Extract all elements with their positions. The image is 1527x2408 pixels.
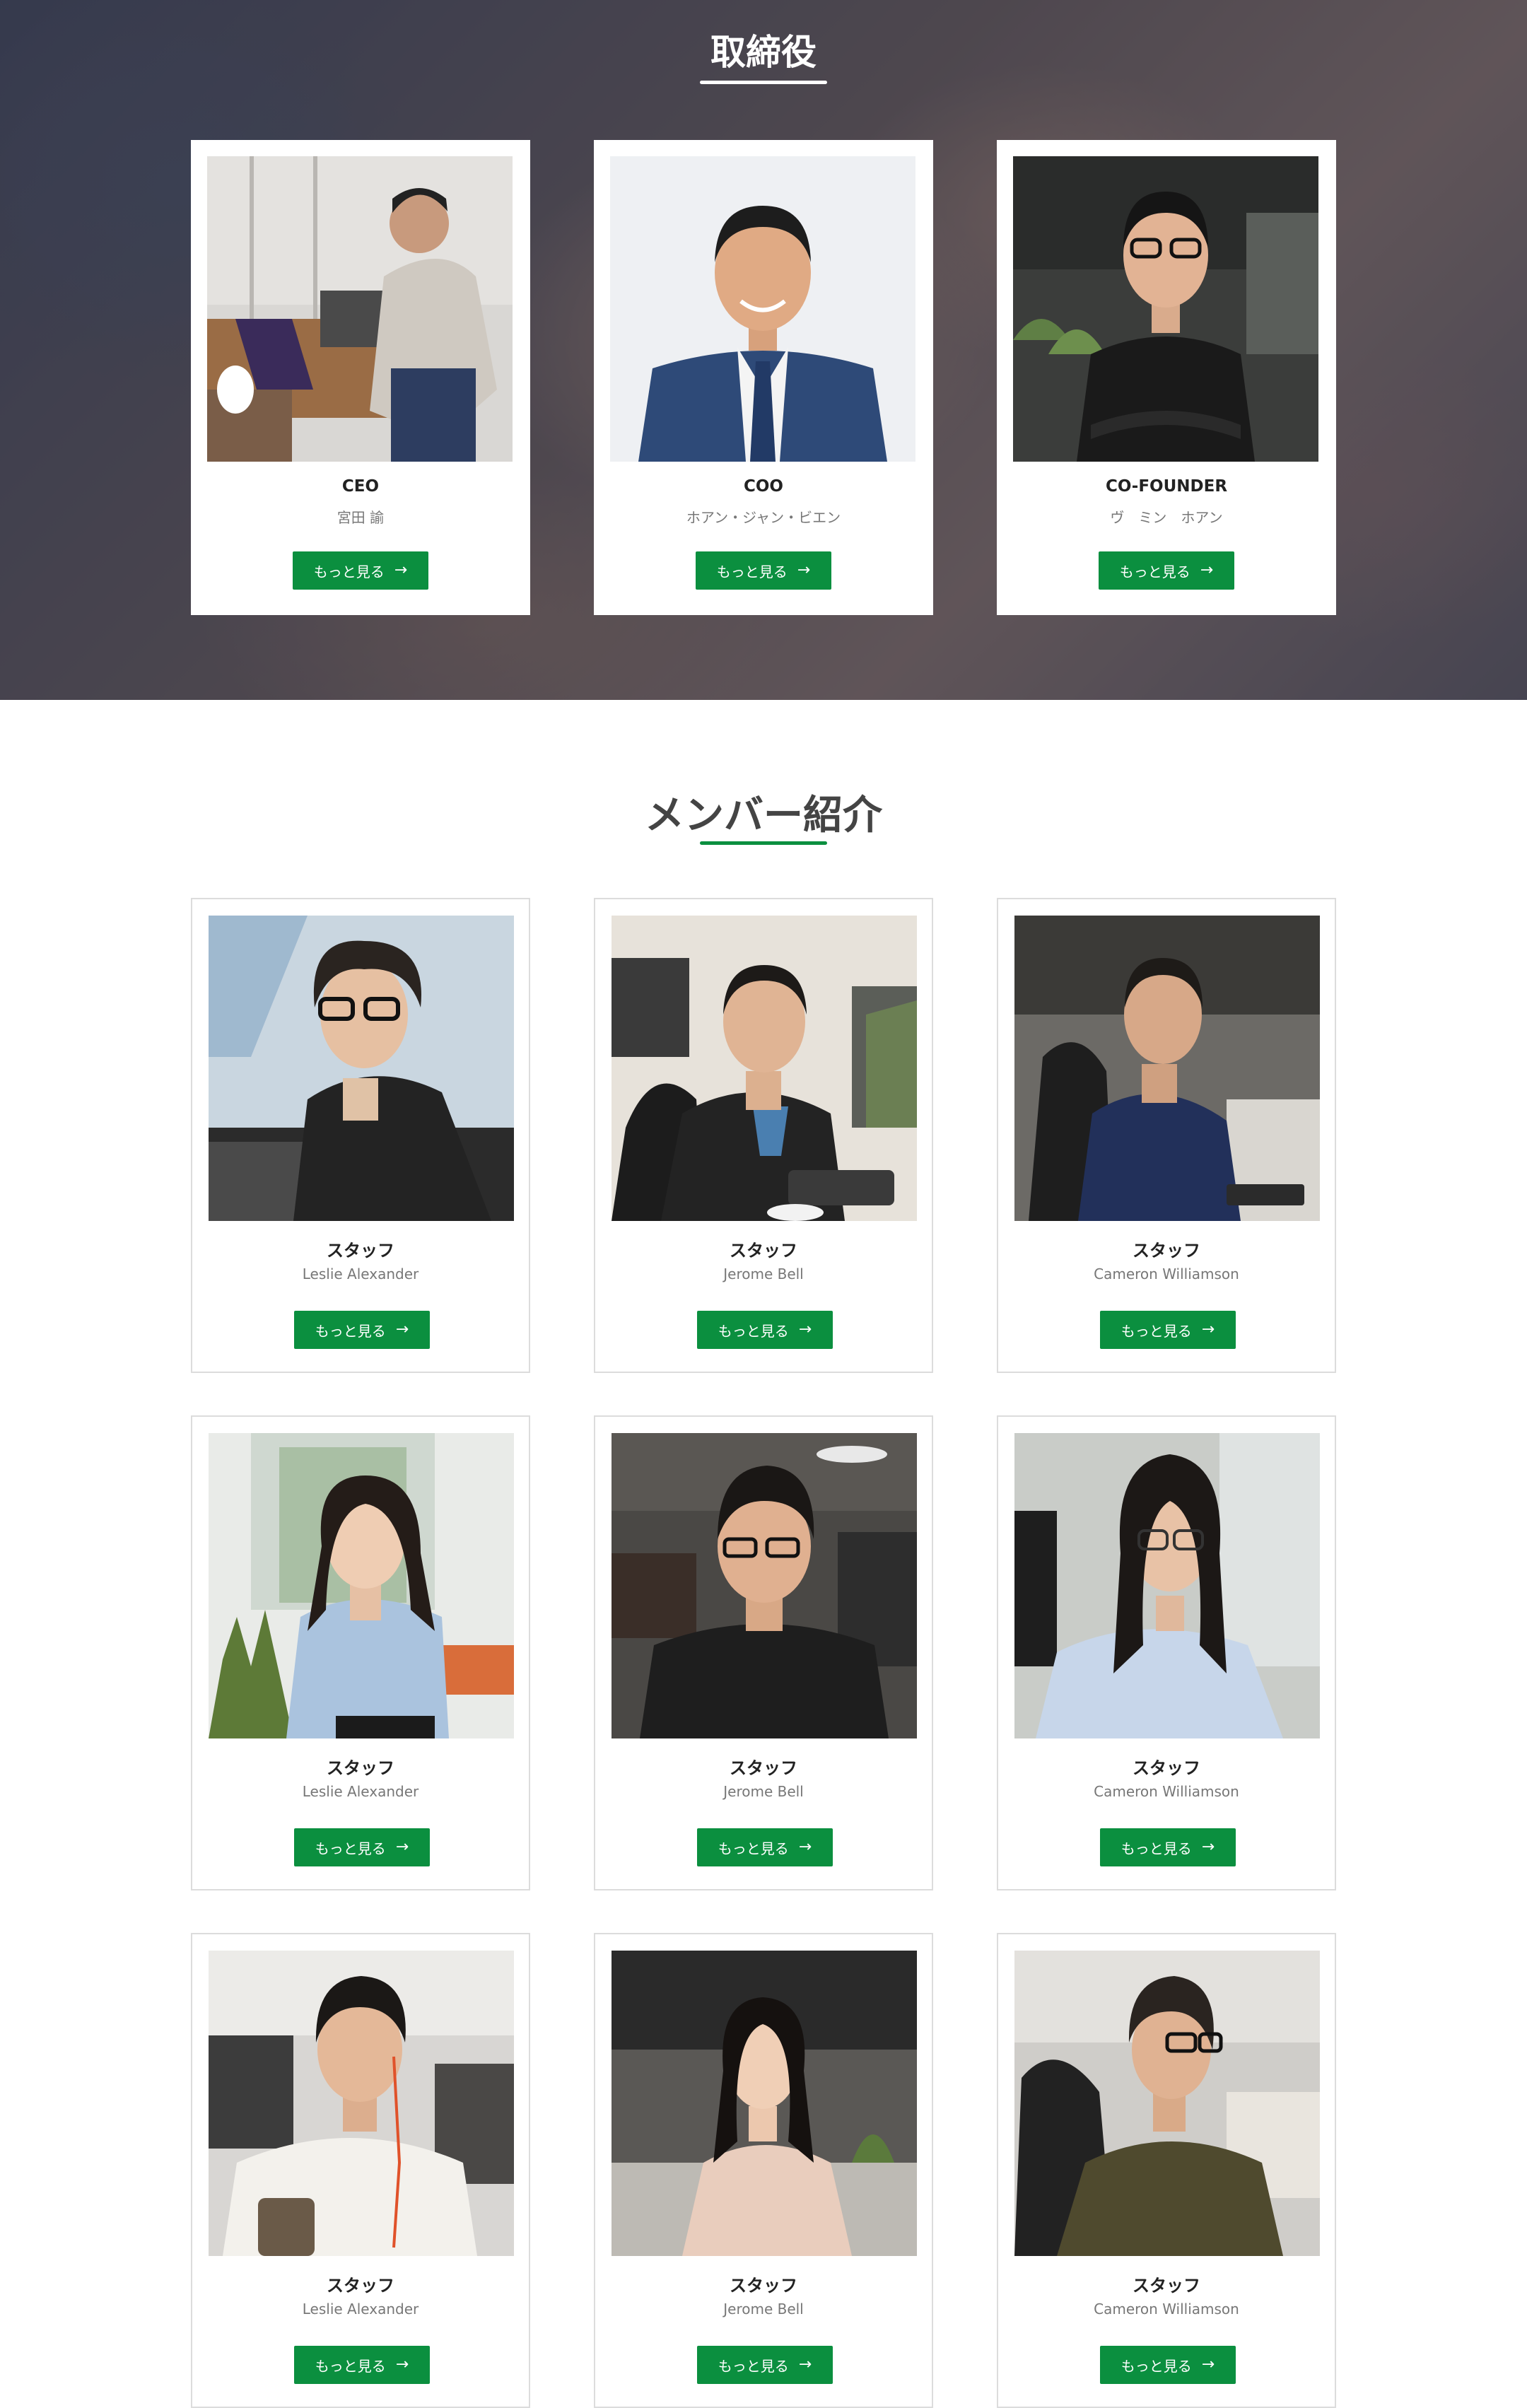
- arrow-right-icon: →: [1201, 2356, 1215, 2373]
- more-button[interactable]: もっと見る →: [294, 1828, 430, 1866]
- more-button[interactable]: もっと見る →: [1100, 2346, 1236, 2384]
- member-card: スタッフ Cameron Williamson もっと見る →: [997, 1415, 1336, 1890]
- more-button-label: もっと見る: [315, 1322, 386, 1340]
- card-role: スタッフ: [327, 2276, 394, 2296]
- member-photo: [612, 1433, 917, 1738]
- card-person-name: 宮田 諭: [337, 509, 385, 526]
- executive-card-cofounder: CO-FOUNDER ヴ ミン ホアン もっと見る →: [997, 140, 1336, 615]
- card-person-name: ヴ ミン ホアン: [1110, 509, 1223, 526]
- executives-title-underline: [700, 81, 827, 84]
- card-role: スタッフ: [730, 2276, 797, 2296]
- member-card: スタッフ Leslie Alexander もっと見る →: [191, 1933, 530, 2408]
- more-button[interactable]: もっと見る →: [1100, 1311, 1236, 1349]
- more-button-label: もっと見る: [315, 2357, 386, 2375]
- member-card: スタッフ Jerome Bell もっと見る →: [594, 1933, 933, 2408]
- member-photo: [1014, 1433, 1320, 1738]
- member-photo: [1014, 916, 1320, 1221]
- more-button[interactable]: もっと見る →: [293, 551, 428, 590]
- arrow-right-icon: →: [395, 2356, 409, 2373]
- more-button[interactable]: もっと見る →: [697, 1828, 833, 1866]
- card-role: CO-FOUNDER: [1105, 477, 1228, 496]
- card-role: スタッフ: [1133, 1241, 1200, 1261]
- coo-photo: [610, 156, 915, 462]
- executives-section: 取締役 CEO 宮田 諭 もっと見る → COO ホアン・ジャン・ビエン もっと…: [0, 0, 1527, 700]
- member-card: スタッフ Cameron Williamson もっと見る →: [997, 1933, 1336, 2408]
- more-button[interactable]: もっと見る →: [697, 2346, 833, 2384]
- member-card: スタッフ Leslie Alexander もっと見る →: [191, 898, 530, 1373]
- cofounder-photo: [1013, 156, 1318, 462]
- arrow-right-icon: →: [798, 1838, 812, 1856]
- card-person-name: Leslie Alexander: [302, 1266, 419, 1282]
- more-button-label: もっと見る: [1121, 1840, 1192, 1857]
- member-photo: [209, 916, 514, 1221]
- card-person-name: Cameron Williamson: [1094, 1266, 1239, 1282]
- more-button-label: もっと見る: [315, 1840, 386, 1857]
- more-button-label: もっと見る: [718, 2357, 789, 2375]
- card-role: スタッフ: [730, 1241, 797, 1261]
- more-button[interactable]: もっと見る →: [1099, 551, 1234, 590]
- card-role: スタッフ: [1133, 1758, 1200, 1778]
- arrow-right-icon: →: [797, 561, 811, 579]
- more-button[interactable]: もっと見る →: [696, 551, 831, 590]
- card-role: スタッフ: [730, 1758, 797, 1778]
- card-role: CEO: [341, 477, 380, 496]
- more-button[interactable]: もっと見る →: [697, 1311, 833, 1349]
- card-person-name: Jerome Bell: [723, 1266, 804, 1282]
- arrow-right-icon: →: [1200, 561, 1214, 579]
- member-photo: [612, 916, 917, 1221]
- more-button[interactable]: もっと見る →: [1100, 1828, 1236, 1866]
- ceo-photo: [207, 156, 513, 462]
- more-button[interactable]: もっと見る →: [294, 1311, 430, 1349]
- card-person-name: Cameron Williamson: [1094, 2301, 1239, 2318]
- members-title-underline: [700, 841, 827, 845]
- card-person-name: Leslie Alexander: [302, 1783, 419, 1800]
- executives-title: 取締役: [710, 32, 817, 73]
- member-card: スタッフ Jerome Bell もっと見る →: [594, 1415, 933, 1890]
- member-photo: [612, 1951, 917, 2256]
- arrow-right-icon: →: [798, 1321, 812, 1338]
- more-button-label: もっと見る: [716, 563, 788, 580]
- executive-card-coo: COO ホアン・ジャン・ビエン もっと見る →: [594, 140, 933, 615]
- card-role: スタッフ: [1133, 2276, 1200, 2296]
- more-button[interactable]: もっと見る →: [294, 2346, 430, 2384]
- card-role: スタッフ: [327, 1758, 394, 1778]
- arrow-right-icon: →: [395, 1321, 409, 1338]
- more-button-label: もっと見る: [1121, 2357, 1192, 2375]
- member-photo: [209, 1433, 514, 1738]
- more-button-label: もっと見る: [313, 563, 385, 580]
- arrow-right-icon: →: [798, 2356, 812, 2373]
- member-card: スタッフ Leslie Alexander もっと見る →: [191, 1415, 530, 1890]
- card-person-name: ホアン・ジャン・ビエン: [686, 509, 841, 526]
- member-photo: [209, 1951, 514, 2256]
- more-button-label: もっと見る: [718, 1840, 789, 1857]
- card-person-name: Cameron Williamson: [1094, 1783, 1239, 1800]
- more-button-label: もっと見る: [1119, 563, 1190, 580]
- arrow-right-icon: →: [1201, 1838, 1215, 1856]
- executive-card-ceo: CEO 宮田 諭 もっと見る →: [191, 140, 530, 615]
- card-person-name: Jerome Bell: [723, 2301, 804, 2318]
- member-card: スタッフ Jerome Bell もっと見る →: [594, 898, 933, 1373]
- members-title: メンバー紹介: [645, 793, 882, 838]
- more-button-label: もっと見る: [718, 1322, 789, 1340]
- card-role: スタッフ: [327, 1241, 394, 1261]
- arrow-right-icon: →: [1201, 1321, 1215, 1338]
- member-photo: [1014, 1951, 1320, 2256]
- card-person-name: Jerome Bell: [723, 1783, 804, 1800]
- arrow-right-icon: →: [394, 561, 408, 579]
- card-role: COO: [744, 477, 783, 496]
- member-card: スタッフ Cameron Williamson もっと見る →: [997, 898, 1336, 1373]
- arrow-right-icon: →: [395, 1838, 409, 1856]
- more-button-label: もっと見る: [1121, 1322, 1192, 1340]
- card-person-name: Leslie Alexander: [302, 2301, 419, 2318]
